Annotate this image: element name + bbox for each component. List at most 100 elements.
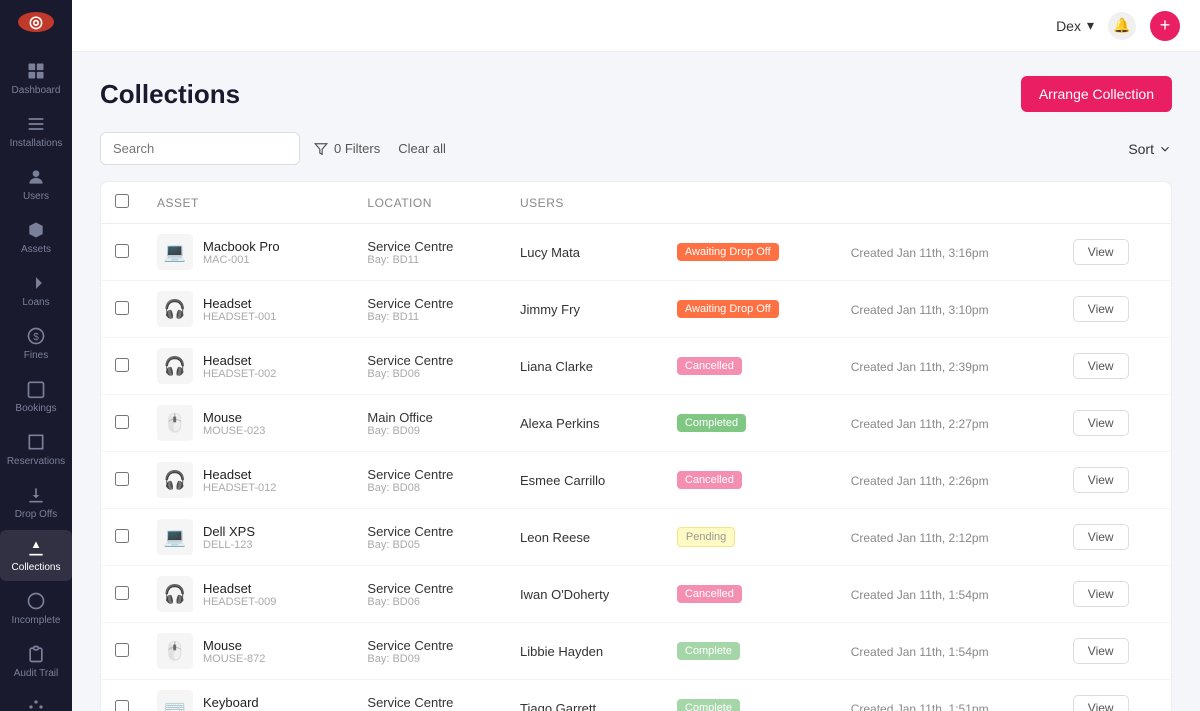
asset-id: HEADSET-009 — [203, 596, 276, 608]
user-cell: Libbie Hayden — [506, 623, 663, 680]
chevron-down-icon — [1158, 142, 1172, 156]
sidebar-item-installations[interactable]: Installations — [0, 106, 72, 157]
row-checkbox[interactable] — [115, 586, 129, 600]
asset-name: Macbook Pro — [203, 239, 280, 254]
view-button[interactable]: View — [1073, 467, 1129, 493]
page-content: Collections Arrange Collection 0 Filters… — [72, 52, 1200, 711]
table-row: 🎧 Headset HEADSET-001 Service Centre Bay… — [101, 281, 1171, 338]
sidebar-item-reservations[interactable]: Reservations — [0, 424, 72, 475]
asset-cell: 🖱️ Mouse MOUSE-872 — [157, 633, 339, 669]
sidebar-item-assets[interactable]: Assets — [0, 212, 72, 263]
sidebar-item-label: Loans — [22, 297, 49, 308]
row-checkbox[interactable] — [115, 472, 129, 486]
select-all-checkbox[interactable] — [115, 194, 129, 208]
view-button[interactable]: View — [1073, 581, 1129, 607]
user-name: Dex — [1056, 18, 1081, 34]
status-badge: Complete — [677, 642, 740, 660]
row-checkbox[interactable] — [115, 529, 129, 543]
location-name: Service Centre — [367, 353, 492, 368]
location-name: Service Centre — [367, 524, 492, 539]
col-users: Users — [506, 182, 663, 224]
view-button[interactable]: View — [1073, 239, 1129, 265]
col-status — [663, 182, 837, 224]
asset-icon: 🎧 — [157, 576, 193, 612]
search-input[interactable] — [100, 132, 300, 165]
asset-icon: 🎧 — [157, 348, 193, 384]
sidebar-item-label: Assets — [21, 244, 51, 255]
date-text: Created Jan 11th, 3:10pm — [851, 303, 989, 317]
date-text: Created Jan 11th, 3:16pm — [851, 246, 989, 260]
filter-label: 0 Filters — [334, 141, 380, 156]
view-button[interactable]: View — [1073, 638, 1129, 664]
date-text: Created Jan 11th, 1:54pm — [851, 645, 989, 659]
sidebar-item-label: Users — [23, 191, 49, 202]
asset-cell: 🎧 Headset HEADSET-001 — [157, 291, 339, 327]
view-button[interactable]: View — [1073, 296, 1129, 322]
clear-all-button[interactable]: Clear all — [398, 141, 446, 156]
arrange-collection-button[interactable]: Arrange Collection — [1021, 76, 1172, 112]
app-logo[interactable]: ◎ — [18, 12, 54, 32]
status-badge: Awaiting Drop Off — [677, 243, 779, 261]
view-button[interactable]: View — [1073, 695, 1129, 711]
sidebar-item-label: Incomplete — [12, 615, 61, 626]
row-checkbox[interactable] — [115, 244, 129, 258]
filter-button[interactable]: 0 Filters — [314, 141, 380, 156]
date-text: Created Jan 11th, 2:27pm — [851, 417, 989, 431]
sidebar-item-label: Fines — [24, 350, 48, 361]
user-cell: Iwan O'Doherty — [506, 566, 663, 623]
asset-cell: 🎧 Headset HEADSET-009 — [157, 576, 339, 612]
notifications-icon[interactable]: 🔔 — [1108, 12, 1136, 40]
sidebar-item-incomplete[interactable]: Incomplete — [0, 583, 72, 634]
table-row: ⌨️ Keyboard KEYBOARD-004 Service Centre … — [101, 680, 1171, 711]
asset-name: Headset — [203, 581, 276, 596]
asset-name: Mouse — [203, 638, 265, 653]
sidebar-item-users[interactable]: Users — [0, 159, 72, 210]
view-button[interactable]: View — [1073, 353, 1129, 379]
asset-icon: 🖱️ — [157, 633, 193, 669]
row-checkbox[interactable] — [115, 643, 129, 657]
page-header: Collections Arrange Collection — [100, 76, 1172, 112]
row-checkbox[interactable] — [115, 358, 129, 372]
asset-icon: ⌨️ — [157, 690, 193, 711]
asset-id: HEADSET-002 — [203, 368, 276, 380]
location-name: Main Office — [367, 410, 492, 425]
row-checkbox[interactable] — [115, 700, 129, 711]
sidebar-item-label: Drop Offs — [15, 509, 58, 520]
sidebar-item-loans[interactable]: Loans — [0, 265, 72, 316]
table-header-row: Asset Location Users — [101, 182, 1171, 224]
location-name: Service Centre — [367, 239, 492, 254]
add-button[interactable]: + — [1150, 11, 1180, 41]
status-badge: Complete — [677, 699, 740, 711]
sidebar-item-bookings[interactable]: Bookings — [0, 371, 72, 422]
location-name: Service Centre — [367, 638, 492, 653]
table-row: 🖱️ Mouse MOUSE-872 Service Centre Bay: B… — [101, 623, 1171, 680]
date-text: Created Jan 11th, 1:51pm — [851, 702, 989, 711]
row-checkbox[interactable] — [115, 301, 129, 315]
sidebar-item-dropoffs[interactable]: Drop Offs — [0, 477, 72, 528]
view-button[interactable]: View — [1073, 524, 1129, 550]
sidebar-item-label: Bookings — [15, 403, 56, 414]
location-name: Service Centre — [367, 467, 492, 482]
asset-name: Mouse — [203, 410, 265, 425]
sidebar-item-label: Collections — [12, 562, 61, 573]
status-badge: Cancelled — [677, 471, 742, 489]
asset-cell: 🎧 Headset HEADSET-012 — [157, 462, 339, 498]
table-row: 🎧 Headset HEADSET-009 Service Centre Bay… — [101, 566, 1171, 623]
sort-button[interactable]: Sort — [1128, 141, 1172, 157]
sidebar-item-fines[interactable]: $ Fines — [0, 318, 72, 369]
sidebar-item-integrations[interactable]: Integrations — [0, 689, 72, 711]
asset-id: DELL-123 — [203, 539, 255, 551]
view-button[interactable]: View — [1073, 410, 1129, 436]
sidebar-item-label: Audit Trail — [14, 668, 58, 679]
status-badge: Cancelled — [677, 585, 742, 603]
user-cell: Alexa Perkins — [506, 395, 663, 452]
page-title: Collections — [100, 79, 240, 110]
location-bay: Bay: BD06 — [367, 596, 492, 608]
sidebar-item-collections[interactable]: Collections — [0, 530, 72, 581]
user-menu[interactable]: Dex ▾ — [1056, 17, 1094, 34]
asset-cell: 💻 Macbook Pro MAC-001 — [157, 234, 339, 270]
sidebar-item-audit[interactable]: Audit Trail — [0, 636, 72, 687]
row-checkbox[interactable] — [115, 415, 129, 429]
sidebar-item-dashboard[interactable]: Dashboard — [0, 53, 72, 104]
date-text: Created Jan 11th, 1:54pm — [851, 588, 989, 602]
